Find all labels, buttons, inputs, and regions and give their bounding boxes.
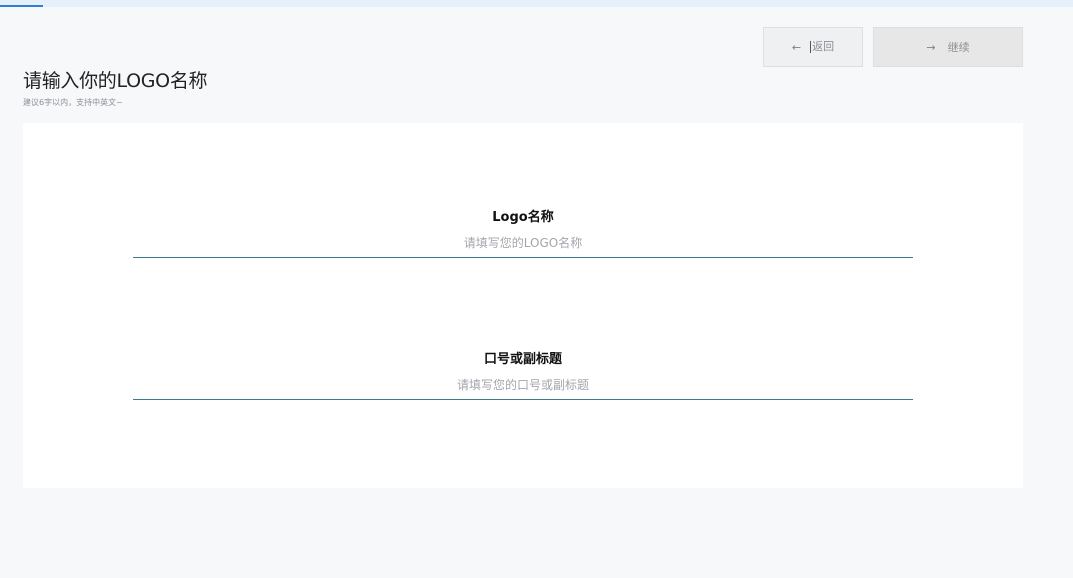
arrow-right-icon: → (926, 40, 936, 54)
back-button[interactable]: ← 返回 (763, 27, 863, 67)
arrow-left-icon: ← (791, 40, 802, 54)
logo-name-field: Logo名称 (133, 209, 913, 258)
slogan-field: 口号或副标题 (133, 351, 913, 400)
page-title: 请输入你的LOGO名称 (23, 70, 208, 92)
logo-name-label: Logo名称 (492, 210, 554, 225)
back-button-label: 返回 (810, 40, 835, 53)
slogan-input[interactable] (133, 375, 913, 400)
form-card: Logo名称 口号或副标题 (23, 123, 1023, 488)
continue-button-label: 继续 (947, 41, 970, 54)
slogan-label: 口号或副标题 (483, 352, 562, 367)
progress-fill (0, 0, 43, 7)
progress-track (0, 0, 1073, 7)
page-subtitle: 建议6字以内，支持中英文~ (23, 98, 123, 107)
continue-button[interactable]: → 继续 (873, 27, 1023, 67)
logo-name-input[interactable] (133, 233, 913, 258)
